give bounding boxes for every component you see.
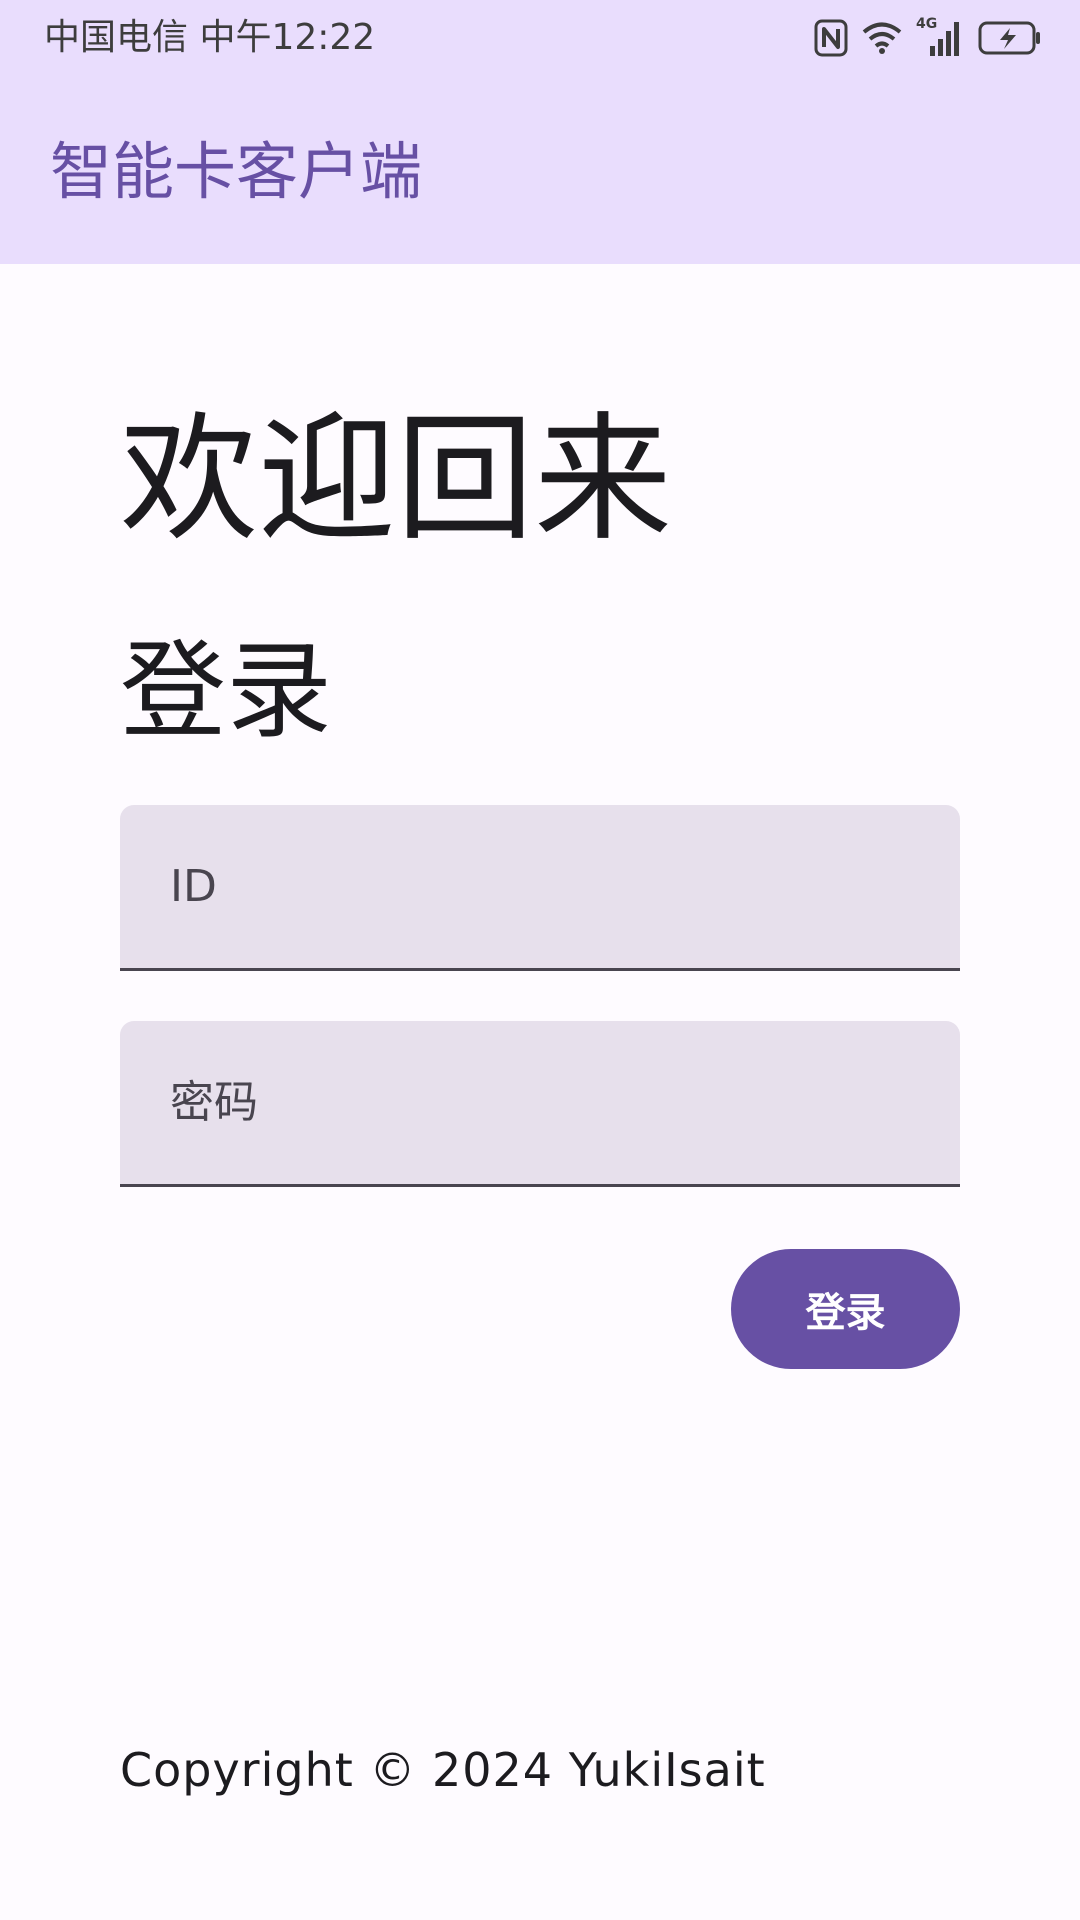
cell-signal-icon: 4G [916, 16, 964, 58]
password-input[interactable] [120, 1021, 960, 1184]
wifi-icon [862, 21, 902, 55]
nfc-icon [814, 19, 848, 57]
id-field[interactable] [120, 805, 960, 971]
password-field[interactable] [120, 1021, 960, 1187]
login-button[interactable]: 登录 [731, 1249, 960, 1369]
battery-charging-icon [978, 20, 1042, 56]
copyright-text: Copyright © 2024 YukiIsait [120, 1743, 766, 1797]
status-icons: 4G [814, 14, 1042, 62]
welcome-heading: 欢迎回来 [120, 399, 673, 560]
app-title: 智能卡客户端 [50, 135, 423, 208]
id-input[interactable] [120, 805, 960, 968]
login-heading: 登录 [120, 630, 332, 753]
status-carrier-time: 中国电信 中午12:22 [44, 17, 376, 58]
app-bar: 智能卡客户端 [0, 76, 1080, 264]
status-bar: 中国电信 中午12:22 4G [0, 0, 1080, 76]
